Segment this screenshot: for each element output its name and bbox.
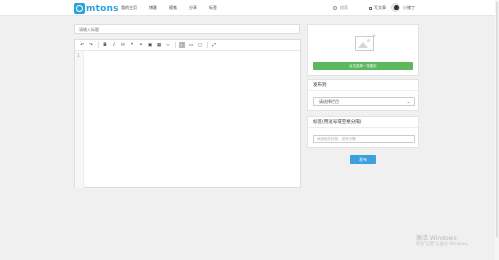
title-input[interactable]: [74, 24, 300, 34]
upload-image-button[interactable]: 点击选择一张图片: [313, 62, 413, 70]
logo-text: mtons: [86, 3, 119, 14]
user-name: 小猪丁: [403, 4, 415, 10]
write-label: 写文章: [374, 5, 386, 10]
line-number: 1: [77, 53, 80, 58]
site-logo[interactable]: mtons: [74, 3, 119, 14]
chevron-down-icon: ⌄: [406, 99, 410, 104]
top-navbar: mtons 我的主页 博客 随笔 分享 标签 搜索 写文章 小猪丁: [0, 0, 499, 16]
fullscreen-preview-icon[interactable]: ▢: [197, 42, 203, 48]
thumbnail-panel: + 点击选择一张图片: [307, 24, 419, 76]
user-menu[interactable]: 小猪丁: [391, 3, 415, 12]
menu-item-blog[interactable]: 博客: [149, 5, 157, 11]
tags-heading: 标签(用逗号或空格分隔): [308, 117, 418, 128]
menu-item-home[interactable]: 我的主页: [121, 5, 137, 11]
undo-icon[interactable]: ↶: [79, 42, 85, 48]
tags-panel: 标签(用逗号或空格分隔) 添加相关标签，逗号分隔: [307, 116, 419, 148]
line-gutter: 1: [75, 51, 84, 188]
bold-icon[interactable]: B: [102, 42, 108, 48]
pencil-icon: [369, 6, 372, 10]
logo-mark-icon: [74, 3, 85, 14]
redo-icon[interactable]: ↷: [88, 42, 94, 48]
activation-watermark-text: 转到"设置"以激活 Windows。: [416, 241, 471, 246]
search-icon: [333, 6, 337, 10]
preview-icon[interactable]: ◫: [179, 42, 185, 48]
toolbar-divider: [175, 42, 176, 48]
category-selected-value: 请选择栏目: [319, 99, 339, 104]
markdown-editor[interactable]: ↶ ↷ B I H ❝ ⚭ ▣ ▦ ‹› ◫ ▭ ▢ ⤢ 1: [74, 39, 301, 188]
code-icon[interactable]: ‹›: [165, 42, 171, 48]
toolbar-divider: [207, 42, 208, 48]
page-scrollbar[interactable]: [495, 0, 499, 260]
quote-icon[interactable]: ❝: [129, 42, 135, 48]
heading-icon[interactable]: H: [120, 42, 126, 48]
write-article-link[interactable]: 写文章: [369, 5, 386, 11]
search-label: 搜索: [340, 5, 348, 10]
link-icon[interactable]: ⚭: [138, 42, 144, 48]
toolbar-divider: [98, 42, 99, 48]
scrollbar-thumb[interactable]: [496, 2, 498, 237]
search-link[interactable]: 搜索: [333, 5, 348, 11]
editor-toolbar: ↶ ↷ B I H ❝ ⚭ ▣ ▦ ‹› ◫ ▭ ▢ ⤢: [75, 40, 300, 51]
menu-item-share[interactable]: 分享: [189, 5, 197, 11]
add-image-icon[interactable]: +: [355, 33, 377, 51]
image-icon[interactable]: ▣: [147, 42, 153, 48]
category-heading: 发布到: [308, 80, 418, 91]
tags-input[interactable]: 添加相关标签，逗号分隔: [313, 135, 415, 143]
italic-icon[interactable]: I: [111, 42, 117, 48]
category-panel: 发布到 请选择栏目 ⌄: [307, 79, 419, 111]
avatar: [391, 3, 400, 12]
side-by-side-icon[interactable]: ▭: [188, 42, 194, 48]
table-icon[interactable]: ▦: [156, 42, 162, 48]
publish-button[interactable]: 发布: [350, 155, 376, 164]
category-select[interactable]: 请选择栏目 ⌄: [313, 97, 415, 106]
menu-item-tags[interactable]: 标签: [209, 5, 217, 11]
main-menu: 我的主页 博客 随笔 分享 标签: [121, 5, 229, 11]
menu-item-essay[interactable]: 随笔: [169, 5, 177, 11]
expand-icon[interactable]: ⤢: [211, 42, 217, 48]
